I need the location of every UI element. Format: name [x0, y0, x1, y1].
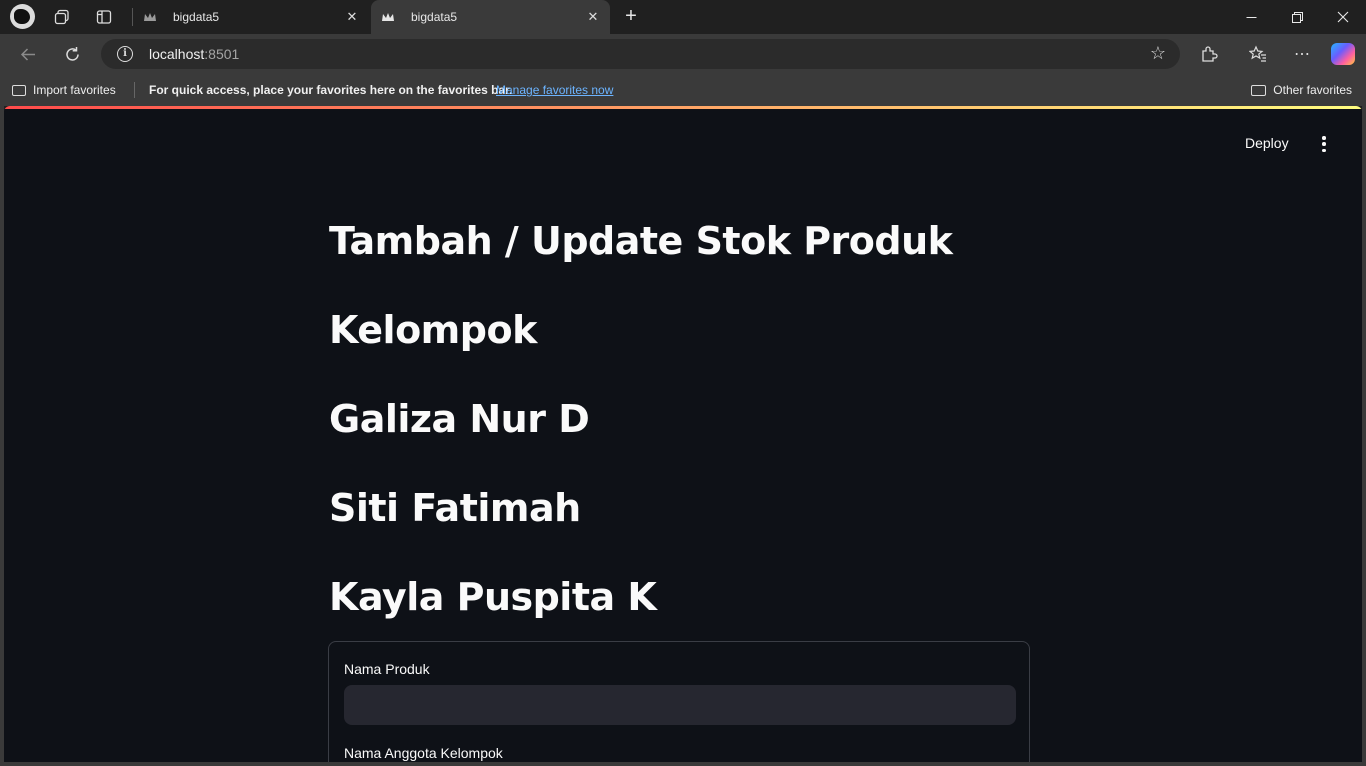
heading-member-3: Kayla Puspita K [329, 575, 657, 619]
window-frame-bottom [0, 762, 1366, 766]
heading-member-1: Galiza Nur D [329, 397, 590, 441]
group-members-label: Nama Anggota Kelompok [344, 745, 503, 761]
heading-group: Kelompok [329, 308, 537, 352]
back-icon[interactable] [16, 42, 40, 66]
browser-toolbar: i localhost:8501 ☆ ⋯ [0, 34, 1366, 74]
import-favorites-button[interactable]: Import favorites [12, 83, 116, 97]
refresh-icon[interactable] [60, 42, 84, 66]
other-favorites-button[interactable]: Other favorites [1251, 83, 1352, 97]
close-tab-icon[interactable]: ✕ [341, 9, 363, 25]
close-tab-icon[interactable]: ✕ [582, 9, 604, 25]
product-name-label: Nama Produk [344, 661, 430, 677]
tab-bigdata5-2[interactable]: bigdata5 ✕ [371, 0, 610, 34]
workspaces-icon[interactable] [51, 6, 73, 28]
streamlit-crown-icon [382, 13, 394, 21]
favorites-message: For quick access, place your favorites h… [149, 83, 513, 97]
import-icon [12, 84, 26, 96]
tab-title: bigdata5 [411, 10, 458, 24]
other-favorites-label: Other favorites [1273, 83, 1352, 97]
url-text: localhost:8501 [149, 46, 239, 62]
vertical-tabs-icon[interactable] [93, 6, 115, 28]
page-viewport: Deploy Tambah / Update Stok Produk Kelom… [4, 106, 1362, 762]
more-menu-icon[interactable]: ⋯ [1290, 42, 1314, 66]
minimize-button[interactable] [1228, 0, 1274, 34]
stock-form: Nama Produk Nama Anggota Kelompok [328, 641, 1030, 762]
favorites-separator [134, 82, 135, 98]
deploy-button[interactable]: Deploy [1245, 135, 1289, 151]
favorites-bar: Import favorites For quick access, place… [0, 74, 1366, 106]
favorites-icon[interactable] [1246, 42, 1270, 66]
site-info-icon[interactable]: i [117, 46, 133, 62]
heading-member-2: Siti Fatimah [329, 486, 581, 530]
extensions-icon[interactable] [1197, 42, 1221, 66]
copilot-icon[interactable] [1331, 43, 1355, 65]
window-frame-right [1362, 106, 1366, 766]
close-window-button[interactable] [1320, 0, 1366, 34]
product-name-input[interactable] [344, 685, 1016, 725]
restore-button[interactable] [1274, 0, 1320, 34]
manage-favorites-link[interactable]: Manage favorites now [496, 83, 613, 97]
tab-bigdata5-1[interactable]: bigdata5 ✕ [133, 0, 369, 34]
new-tab-button[interactable]: + [620, 6, 642, 28]
main-menu-icon[interactable] [1320, 136, 1328, 152]
address-bar[interactable]: i localhost:8501 ☆ [101, 39, 1180, 69]
streamlit-crown-icon [144, 13, 156, 21]
import-favorites-label: Import favorites [33, 83, 116, 97]
url-host: localhost [149, 46, 205, 62]
profile-avatar[interactable] [10, 4, 35, 29]
url-port: :8501 [204, 46, 240, 62]
folder-icon [1251, 84, 1267, 96]
browser-tab-bar: bigdata5 ✕ bigdata5 ✕ + [0, 0, 1366, 34]
favorite-star-icon[interactable]: ☆ [1150, 43, 1166, 64]
page-title: Tambah / Update Stok Produk [329, 219, 953, 263]
header-decoration [4, 106, 1362, 109]
tab-title: bigdata5 [173, 10, 220, 24]
